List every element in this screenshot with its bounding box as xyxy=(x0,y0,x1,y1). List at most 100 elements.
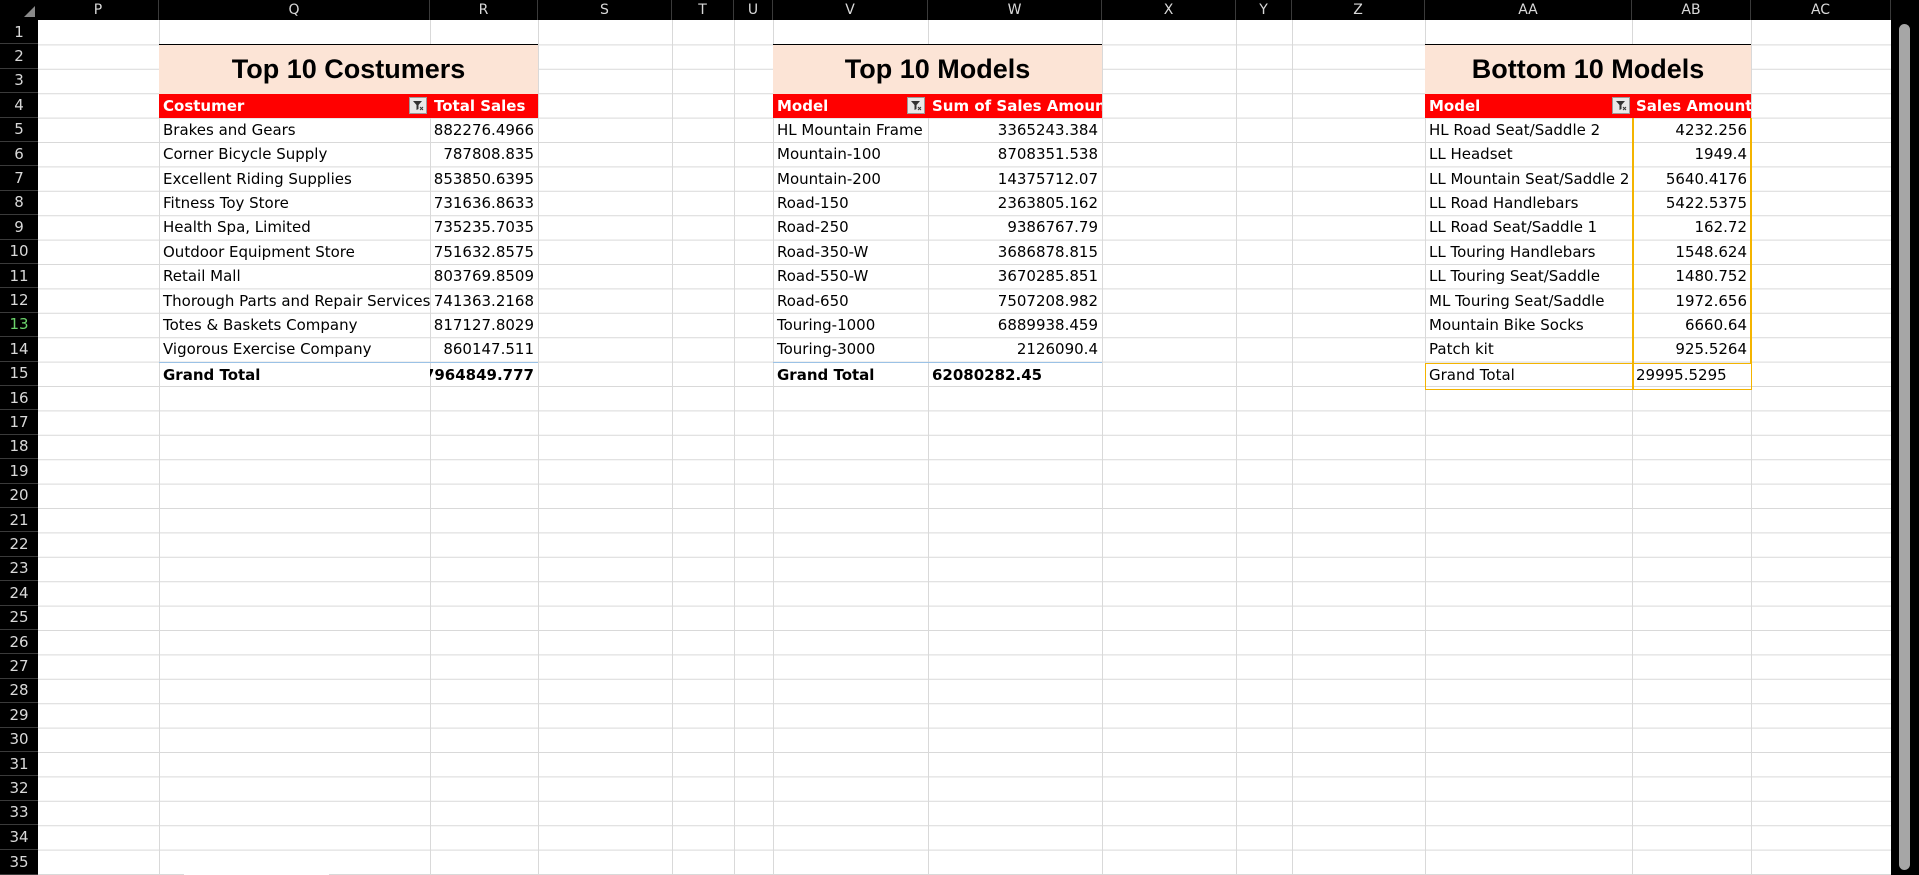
row-header-26[interactable]: 26 xyxy=(0,630,38,655)
row-header-15[interactable]: 15 xyxy=(0,361,38,386)
row-label[interactable]: Mountain-100 xyxy=(773,142,928,166)
row-value[interactable]: 6889938.459 xyxy=(928,313,1102,337)
row-header-2[interactable]: 2 xyxy=(0,44,38,69)
grand-total-label[interactable]: Grand Total xyxy=(773,362,928,388)
vertical-scrollbar[interactable] xyxy=(1891,0,1919,875)
row-header-23[interactable]: 23 xyxy=(0,556,38,582)
row-value[interactable]: 817127.8029 xyxy=(430,313,538,337)
row-label[interactable]: Fitness Toy Store xyxy=(159,191,430,215)
row-value[interactable]: 2126090.4 xyxy=(928,337,1102,361)
row-value[interactable]: 751632.8575 xyxy=(430,240,538,264)
row-label[interactable]: Corner Bicycle Supply xyxy=(159,142,430,166)
row-label[interactable]: Brakes and Gears xyxy=(159,118,430,142)
row-value[interactable]: 860147.511 xyxy=(430,337,538,361)
row-value[interactable]: 1480.752 xyxy=(1632,264,1751,288)
row-label[interactable]: Mountain Bike Socks xyxy=(1425,313,1632,337)
row-header-22[interactable]: 22 xyxy=(0,532,38,557)
bottom-model-filter-button[interactable] xyxy=(1612,97,1630,114)
column-header-p[interactable]: P xyxy=(38,0,159,20)
row-header-28[interactable]: 28 xyxy=(0,678,38,704)
column-header-w[interactable]: W xyxy=(928,0,1102,20)
row-label[interactable]: LL Headset xyxy=(1425,142,1632,166)
row-label[interactable]: Thorough Parts and Repair Services xyxy=(159,288,430,312)
row-header-3[interactable]: 3 xyxy=(0,68,38,94)
row-value[interactable]: 5422.5375 xyxy=(1632,191,1751,215)
row-header-12[interactable]: 12 xyxy=(0,288,38,313)
row-header-9[interactable]: 9 xyxy=(0,215,38,240)
row-header-27[interactable]: 27 xyxy=(0,654,38,679)
row-label[interactable]: Touring-1000 xyxy=(773,313,928,337)
row-value[interactable]: 162.72 xyxy=(1632,215,1751,239)
column-header-u[interactable]: U xyxy=(734,0,773,20)
row-header-8[interactable]: 8 xyxy=(0,190,38,216)
row-header-14[interactable]: 14 xyxy=(0,337,38,362)
model-filter-button[interactable] xyxy=(907,97,925,114)
row-value[interactable]: 9386767.79 xyxy=(928,215,1102,239)
row-label[interactable]: Road-550-W xyxy=(773,264,928,288)
row-value[interactable]: 853850.6395 xyxy=(430,166,538,190)
row-value[interactable]: 3365243.384 xyxy=(928,118,1102,142)
row-label[interactable]: Road-250 xyxy=(773,215,928,239)
row-label[interactable]: Excellent Riding Supplies xyxy=(159,166,430,190)
row-value[interactable]: 4232.256 xyxy=(1632,118,1751,142)
row-value[interactable]: 803769.8509 xyxy=(430,264,538,288)
row-value[interactable]: 735235.7035 xyxy=(430,215,538,239)
row-value[interactable]: 925.5264 xyxy=(1632,337,1751,361)
sum-of-sales-column-header[interactable]: Sum of Sales Amount xyxy=(928,94,1102,118)
row-label[interactable]: Totes & Baskets Company xyxy=(159,313,430,337)
row-value[interactable]: 1949.4 xyxy=(1632,142,1751,166)
row-header-32[interactable]: 32 xyxy=(0,776,38,801)
row-header-10[interactable]: 10 xyxy=(0,239,38,264)
row-header-35[interactable]: 35 xyxy=(0,849,38,875)
column-header-aa[interactable]: AA xyxy=(1425,0,1632,20)
sales-amount-column-header[interactable]: Sales Amount xyxy=(1632,94,1751,118)
row-header-7[interactable]: 7 xyxy=(0,166,38,191)
row-header-30[interactable]: 30 xyxy=(0,727,38,752)
row-value[interactable]: 1972.656 xyxy=(1632,288,1751,312)
column-header-r[interactable]: R xyxy=(430,0,538,20)
row-label[interactable]: Retail Mall xyxy=(159,264,430,288)
row-header-31[interactable]: 31 xyxy=(0,752,38,777)
select-all-corner[interactable] xyxy=(0,0,38,20)
bottom-model-column-header[interactable]: Model xyxy=(1425,94,1632,118)
column-header-y[interactable]: Y xyxy=(1236,0,1292,20)
row-label[interactable]: LL Road Seat/Saddle 1 xyxy=(1425,215,1632,239)
column-header-ab[interactable]: AB xyxy=(1632,0,1751,20)
row-label[interactable]: LL Mountain Seat/Saddle 2 xyxy=(1425,166,1632,190)
grand-total-value[interactable]: 7964849.777 xyxy=(430,362,538,388)
column-header-q[interactable]: Q xyxy=(159,0,430,20)
column-header-v[interactable]: V xyxy=(773,0,928,20)
row-label[interactable]: ML Touring Seat/Saddle xyxy=(1425,288,1632,312)
row-header-17[interactable]: 17 xyxy=(0,410,38,435)
row-label[interactable]: Vigorous Exercise Company xyxy=(159,337,430,361)
row-value[interactable]: 3670285.851 xyxy=(928,264,1102,288)
row-label[interactable]: Road-650 xyxy=(773,288,928,312)
row-header-13[interactable]: 13 xyxy=(0,312,38,338)
row-header-21[interactable]: 21 xyxy=(0,508,38,533)
grand-total-label[interactable]: Grand Total xyxy=(159,362,430,388)
customer-filter-button[interactable] xyxy=(409,97,427,114)
row-header-24[interactable]: 24 xyxy=(0,581,38,606)
row-header-33[interactable]: 33 xyxy=(0,800,38,826)
row-value[interactable]: 3686878.815 xyxy=(928,240,1102,264)
row-header-20[interactable]: 20 xyxy=(0,483,38,508)
row-value[interactable]: 741363.2168 xyxy=(430,288,538,312)
row-label[interactable]: Health Spa, Limited xyxy=(159,215,430,239)
row-label[interactable]: Touring-3000 xyxy=(773,337,928,361)
row-value[interactable]: 731636.8633 xyxy=(430,191,538,215)
column-header-t[interactable]: T xyxy=(672,0,734,20)
column-header-s[interactable]: S xyxy=(538,0,672,20)
column-header-z[interactable]: Z xyxy=(1292,0,1425,20)
row-value[interactable]: 1548.624 xyxy=(1632,240,1751,264)
row-value[interactable]: 6660.64 xyxy=(1632,313,1751,337)
row-label[interactable]: Road-350-W xyxy=(773,240,928,264)
row-label[interactable]: Road-150 xyxy=(773,191,928,215)
customer-column-header[interactable]: Costumer xyxy=(159,94,430,118)
row-label[interactable]: Patch kit xyxy=(1425,337,1632,361)
row-header-11[interactable]: 11 xyxy=(0,264,38,289)
row-value[interactable]: 8708351.538 xyxy=(928,142,1102,166)
row-header-29[interactable]: 29 xyxy=(0,703,38,728)
row-header-25[interactable]: 25 xyxy=(0,605,38,630)
row-label[interactable]: Mountain-200 xyxy=(773,166,928,190)
row-value[interactable]: 787808.835 xyxy=(430,142,538,166)
